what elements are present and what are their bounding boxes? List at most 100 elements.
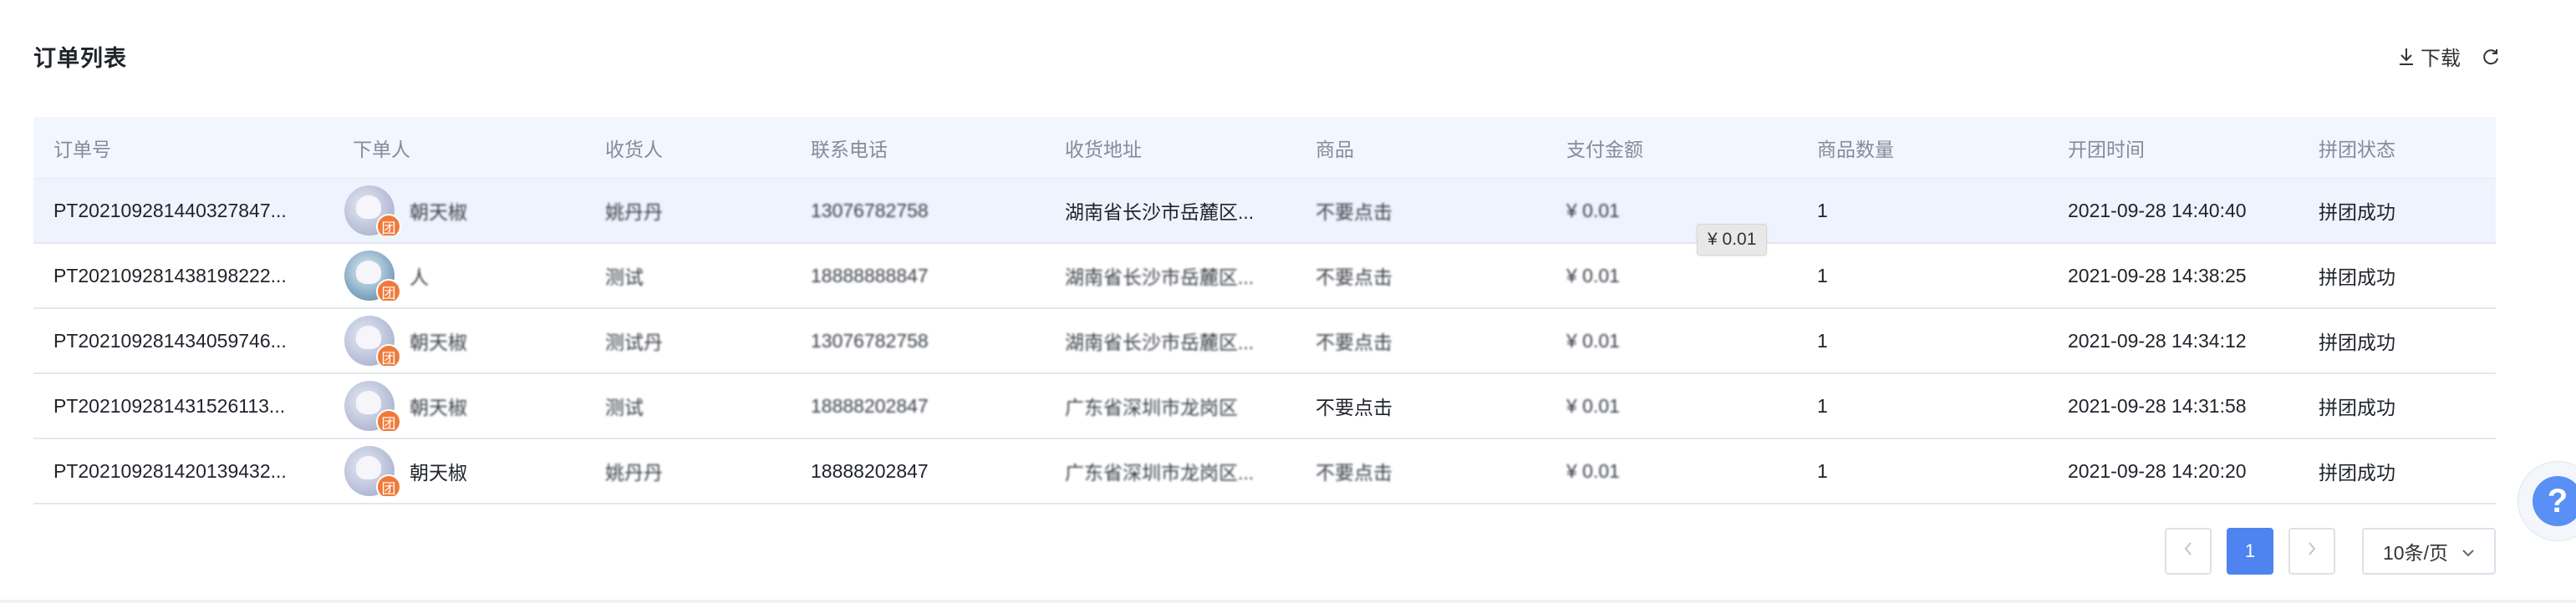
- amount: ¥ 0.01: [1566, 394, 1620, 417]
- receiver-name: 测试: [605, 266, 644, 288]
- page-button-current[interactable]: 1: [2227, 528, 2273, 575]
- address: 广东省深圳市龙岗区: [1065, 397, 1238, 418]
- receiver-name: 姚丹丹: [605, 201, 663, 223]
- address: 湖南省长沙市岳麓区...: [1065, 332, 1255, 353]
- address: 广东省深圳市龙岗区...: [1065, 462, 1255, 484]
- order-table: 订单号 下单人 收货人 联系电话 收货地址 商品 支付金额 商品数量 开团时间 …: [33, 117, 2496, 504]
- quantity: 1: [1817, 199, 1828, 221]
- table-row[interactable]: PT202109281434059746... 团 朝天椒 测试丹 130767…: [33, 309, 2496, 374]
- buyer-name: 朝天椒: [410, 397, 467, 418]
- group-time: 2021-09-28 14:38:25: [2068, 264, 2247, 286]
- phone: 18888888847: [811, 264, 929, 286]
- order-number: PT202109281438198222...: [53, 264, 287, 286]
- column-header: 收货地址: [1065, 138, 1142, 160]
- help-button[interactable]: ?: [2517, 461, 2576, 541]
- chevron-down-icon: [2461, 540, 2475, 563]
- phone: 18888202847: [811, 459, 929, 482]
- avatar: 团: [344, 446, 401, 496]
- column-header: 商品: [1316, 138, 1354, 160]
- buyer-cell: 团 朝天椒: [333, 381, 585, 431]
- column-header: 商品数量: [1817, 138, 1894, 160]
- toolbar: 下载: [2397, 42, 2501, 71]
- receiver-name: 姚丹丹: [605, 462, 663, 484]
- address: 湖南省长沙市岳麓区...: [1065, 266, 1255, 288]
- download-icon: [2397, 47, 2416, 67]
- avatar: 团: [344, 381, 401, 431]
- group-time: 2021-09-28 14:34:12: [2068, 329, 2247, 352]
- order-number: PT202109281431526113...: [53, 394, 286, 417]
- product: 不要点击: [1316, 397, 1392, 418]
- product: 不要点击: [1316, 332, 1392, 353]
- receiver-name: 测试: [605, 397, 644, 418]
- order-number: PT202109281420139432...: [53, 459, 287, 482]
- column-header: 联系电话: [811, 138, 888, 160]
- column-header: 拼团状态: [2319, 138, 2395, 160]
- group-badge: 团: [376, 474, 401, 496]
- group-status: 拼团成功: [2319, 266, 2395, 288]
- buyer-cell: 团 朝天椒: [333, 316, 585, 366]
- product: 不要点击: [1316, 462, 1392, 484]
- column-header: 收货人: [605, 138, 663, 160]
- help-icon: ?: [2533, 476, 2576, 526]
- avatar: 团: [344, 251, 401, 301]
- download-button[interactable]: 下载: [2397, 42, 2461, 71]
- amount: ¥ 0.01: [1566, 329, 1620, 352]
- buyer-name: 朝天椒: [410, 462, 467, 484]
- divider: [0, 600, 2576, 603]
- buyer-name: 朝天椒: [410, 201, 467, 223]
- table-row[interactable]: PT202109281438198222... 团 人 测试 188888888…: [33, 244, 2496, 309]
- phone: 18888202847: [811, 394, 929, 417]
- column-header: 下单人: [353, 138, 410, 160]
- order-list-page: 订单列表 下载 订单号 下单人 收货人 联系电话 收货地址 商品 支付金额 商品…: [0, 0, 2576, 603]
- group-badge: 团: [376, 214, 401, 236]
- group-time: 2021-09-28 14:40:40: [2068, 199, 2247, 221]
- group-status: 拼团成功: [2319, 397, 2395, 418]
- next-page-button[interactable]: [2288, 528, 2335, 575]
- download-label: 下载: [2421, 48, 2461, 70]
- product: 不要点击: [1316, 201, 1392, 223]
- avatar: 团: [344, 185, 401, 236]
- amount: ¥ 0.01: [1566, 199, 1620, 221]
- order-number: PT202109281434059746...: [53, 329, 287, 352]
- quantity: 1: [1817, 459, 1828, 482]
- amount-tooltip: ¥ 0.01: [1697, 224, 1768, 256]
- table-header: 订单号 下单人 收货人 联系电话 收货地址 商品 支付金额 商品数量 开团时间 …: [33, 117, 2496, 179]
- buyer-cell: 团 人: [333, 251, 585, 301]
- pagination: 1 10条/页: [2165, 528, 2496, 575]
- receiver-name: 测试丹: [605, 332, 663, 353]
- chevron-right-icon: [2306, 540, 2318, 562]
- quantity: 1: [1817, 329, 1828, 352]
- buyer-cell: 团 朝天椒: [333, 185, 585, 236]
- avatar: 团: [344, 316, 401, 366]
- table-row[interactable]: PT202109281440327847... 团 朝天椒 姚丹丹 130767…: [33, 179, 2496, 244]
- quantity: 1: [1817, 264, 1828, 286]
- quantity: 1: [1817, 394, 1828, 417]
- group-badge: 团: [376, 344, 401, 366]
- group-status: 拼团成功: [2319, 332, 2395, 353]
- group-badge: 团: [376, 279, 401, 301]
- column-header: 支付金额: [1566, 138, 1643, 160]
- group-time: 2021-09-28 14:31:58: [2068, 394, 2247, 417]
- amount: ¥ 0.01: [1566, 459, 1620, 482]
- column-header: 订单号: [53, 138, 111, 160]
- address: 湖南省长沙市岳麓区...: [1065, 201, 1255, 223]
- product: 不要点击: [1316, 266, 1392, 288]
- table-row[interactable]: PT202109281420139432... 团 朝天椒 姚丹丹 188882…: [33, 439, 2496, 504]
- group-time: 2021-09-28 14:20:20: [2068, 459, 2247, 482]
- amount: ¥ 0.01: [1566, 264, 1620, 286]
- phone: 13076782758: [811, 329, 929, 352]
- page-size-label: 10条/页: [2383, 542, 2448, 564]
- chevron-left-icon: [2182, 540, 2194, 562]
- refresh-icon: [2481, 47, 2501, 67]
- phone: 13076782758: [811, 199, 929, 221]
- table-row[interactable]: PT202109281431526113... 团 朝天椒 测试 1888820…: [33, 374, 2496, 439]
- prev-page-button[interactable]: [2165, 528, 2212, 575]
- buyer-name: 人: [410, 266, 429, 288]
- group-status: 拼团成功: [2319, 462, 2395, 484]
- page-title: 订单列表: [33, 46, 127, 71]
- column-header: 开团时间: [2068, 138, 2145, 160]
- buyer-cell: 团 朝天椒: [333, 446, 585, 496]
- refresh-button[interactable]: [2481, 47, 2501, 67]
- page-size-select[interactable]: 10条/页: [2362, 528, 2496, 575]
- order-number: PT202109281440327847...: [53, 199, 287, 221]
